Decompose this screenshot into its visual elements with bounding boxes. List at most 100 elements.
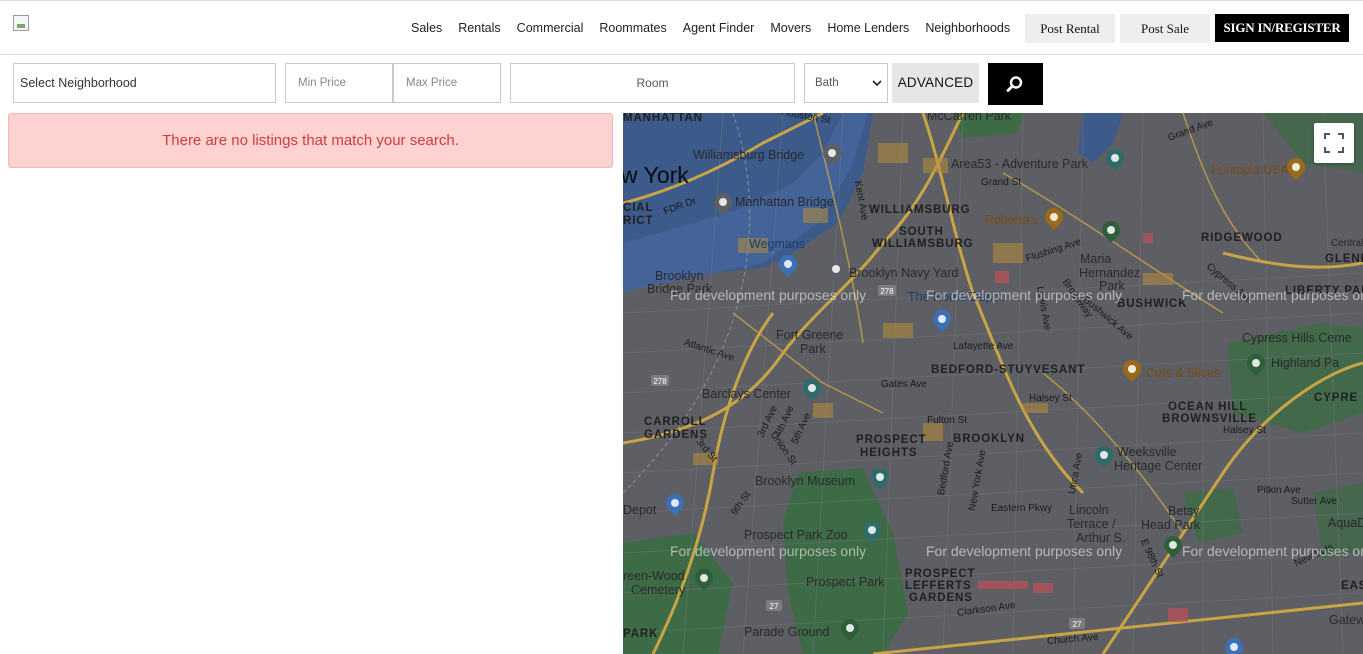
search-button[interactable]: [988, 63, 1043, 105]
nav-roommates[interactable]: Roommates: [591, 16, 674, 40]
map-label-place: Brooklyn: [655, 269, 704, 283]
map-label-brooklyn: BROOKLYN: [953, 433, 1025, 445]
svg-text:27: 27: [770, 602, 779, 611]
map-label-place: Roberta's: [985, 213, 1039, 227]
map-label-place: Central: [1331, 238, 1363, 249]
map-label-glendale: GLENDA: [1325, 253, 1363, 265]
min-price-field[interactable]: [285, 63, 393, 103]
map-label-street: Sutter Ave: [1291, 496, 1337, 507]
min-price-input[interactable]: [286, 64, 392, 102]
map-label-place: Brooklyn Museum: [755, 474, 856, 488]
svg-text:278: 278: [880, 287, 894, 296]
map-label-place: reen-Wood: [623, 569, 685, 583]
search-icon: [1006, 76, 1023, 92]
svg-text:27: 27: [1073, 620, 1082, 629]
nav-sales[interactable]: Sales: [403, 16, 450, 40]
map-dev-watermark: For development purposes only: [1182, 543, 1363, 559]
map-label-bed-stuy: BEDFORD-STUYVESANT: [931, 364, 1086, 376]
map-label-city: w York: [623, 162, 689, 188]
map-label-carroll: CARROLL: [644, 416, 707, 428]
map-base-layer: 278 278 27 27: [623, 113, 1363, 654]
map-label-prospect-heights-2: HEIGHTS: [860, 447, 918, 459]
nav-home-lenders[interactable]: Home Lenders: [819, 16, 917, 40]
map-label-place: Manhattan Bridge: [735, 195, 834, 209]
map-label-williamsburg: WILLIAMSBURG: [869, 204, 971, 216]
neighborhood-input[interactable]: [14, 64, 275, 102]
map-label-place: Lincoln: [1069, 503, 1109, 517]
map-label-street: Fulton St: [927, 415, 968, 426]
map-label-place: Parade Ground: [744, 625, 830, 639]
map-label-place: Highland Pa: [1271, 356, 1340, 370]
map-label-place: Brooklyn Navy Yard: [849, 266, 959, 280]
map-label-place: Prospect Park: [806, 575, 885, 589]
map-label-brownsville: BROWNSVILLE: [1162, 413, 1257, 425]
map-fullscreen-button[interactable]: [1314, 123, 1354, 163]
map-label-south-williamsburg: SOUTH: [899, 226, 944, 238]
map-dev-watermark: For development purposes only: [1182, 287, 1363, 303]
map-label-place: AquaDu: [1328, 516, 1363, 530]
nav-neighborhoods[interactable]: Neighborhoods: [917, 16, 1018, 40]
map-label-place: Weeksville: [1117, 445, 1177, 459]
map-label-place: Head Park: [1141, 518, 1201, 532]
map-label-prospect-lefferts: PROSPECT: [905, 568, 976, 580]
no-listings-alert: There are no listings that match your se…: [8, 113, 613, 168]
map-label-cypress: CYPRE: [1314, 392, 1359, 404]
map-label-prospect-lefferts-2: LEFFERTS: [905, 580, 972, 592]
map-label-place: Maria: [1080, 252, 1112, 266]
post-sale-button[interactable]: Post Sale: [1120, 14, 1210, 43]
map-label-area: CIAL: [623, 202, 654, 214]
map-label-place: Williamsburg Bridge: [693, 148, 805, 162]
listings-map[interactable]: 278 278 27 27 MANHATTAN w York CIAL RICT…: [623, 113, 1363, 654]
map-label-place: Barclays Center: [702, 387, 791, 401]
map-label-place: Prospect Park Zoo: [744, 528, 848, 542]
map-dev-watermark: For development purposes only: [926, 287, 1123, 303]
map-label-bushwick: BUSHWICK: [1117, 298, 1188, 310]
map-label-street: Eastern Pkwy: [991, 503, 1053, 514]
map-label-place: Gateway: [1329, 613, 1363, 627]
max-price-field[interactable]: [393, 63, 501, 103]
map-label-place: Hernandez: [1079, 266, 1141, 280]
map-label-place: Cypress Hills Ceme: [1242, 331, 1352, 345]
nav-movers[interactable]: Movers: [762, 16, 819, 40]
map-label-place: Terrace /: [1067, 517, 1116, 531]
map-label-ridgewood: RIDGEWOOD: [1201, 232, 1283, 244]
nav-agent-finder[interactable]: Agent Finder: [675, 16, 763, 40]
map-dev-watermark: For development purposes only: [926, 543, 1123, 559]
map-label-place: Depot: [623, 503, 657, 517]
map-label-street: Lafayette Ave: [953, 341, 1014, 352]
map-label-prospect-lefferts-3: GARDENS: [909, 592, 973, 604]
chevron-down-icon: [872, 80, 882, 87]
sign-in-register-button[interactable]: SIGN IN/REGISTER: [1215, 14, 1349, 42]
room-input[interactable]: [511, 64, 794, 102]
map-label-street: Pitkin Ave: [1257, 485, 1301, 496]
map-label-street: Halsey St: [1223, 425, 1266, 436]
bath-select-value: Bath: [815, 77, 839, 89]
map-dev-watermark: For development purposes only: [670, 543, 867, 559]
fullscreen-icon: [1324, 133, 1344, 153]
svg-text:278: 278: [653, 377, 667, 386]
map-label-place: Park: [800, 342, 826, 356]
map-label-place: Cuts & Slices: [1146, 366, 1221, 380]
map-label-area: RICT: [623, 215, 654, 227]
nav-rentals[interactable]: Rentals: [450, 16, 508, 40]
bath-select[interactable]: Bath: [804, 63, 888, 103]
map-label-park: PARK: [623, 628, 659, 640]
nav-commercial[interactable]: Commercial: [509, 16, 592, 40]
room-field[interactable]: [510, 63, 795, 103]
post-rental-button[interactable]: Post Rental: [1025, 14, 1115, 43]
map-dev-watermark: For development purposes only: [670, 287, 867, 303]
map-label-prospect-heights: PROSPECT: [856, 434, 927, 446]
neighborhood-select[interactable]: [13, 63, 276, 103]
map-label-east: EAS: [1341, 580, 1363, 592]
max-price-input[interactable]: [394, 64, 500, 102]
map-label-place: Heritage Center: [1114, 459, 1203, 473]
map-label-place: Betsy: [1168, 504, 1200, 518]
map-label-place: Funtopia USA: [1211, 163, 1289, 177]
site-logo[interactable]: [13, 15, 29, 31]
map-label-street: Gates Ave: [881, 379, 927, 390]
map-label-place: Area53 - Adventure Park: [951, 157, 1088, 171]
map-label-ocean-hill: OCEAN HILL: [1168, 401, 1248, 413]
main-nav: Sales Rentals Commercial Roommates Agent…: [403, 16, 1018, 40]
advanced-button[interactable]: ADVANCED: [892, 63, 979, 103]
map-label-south-williamsburg-2: WILLIAMSBURG: [872, 238, 974, 250]
